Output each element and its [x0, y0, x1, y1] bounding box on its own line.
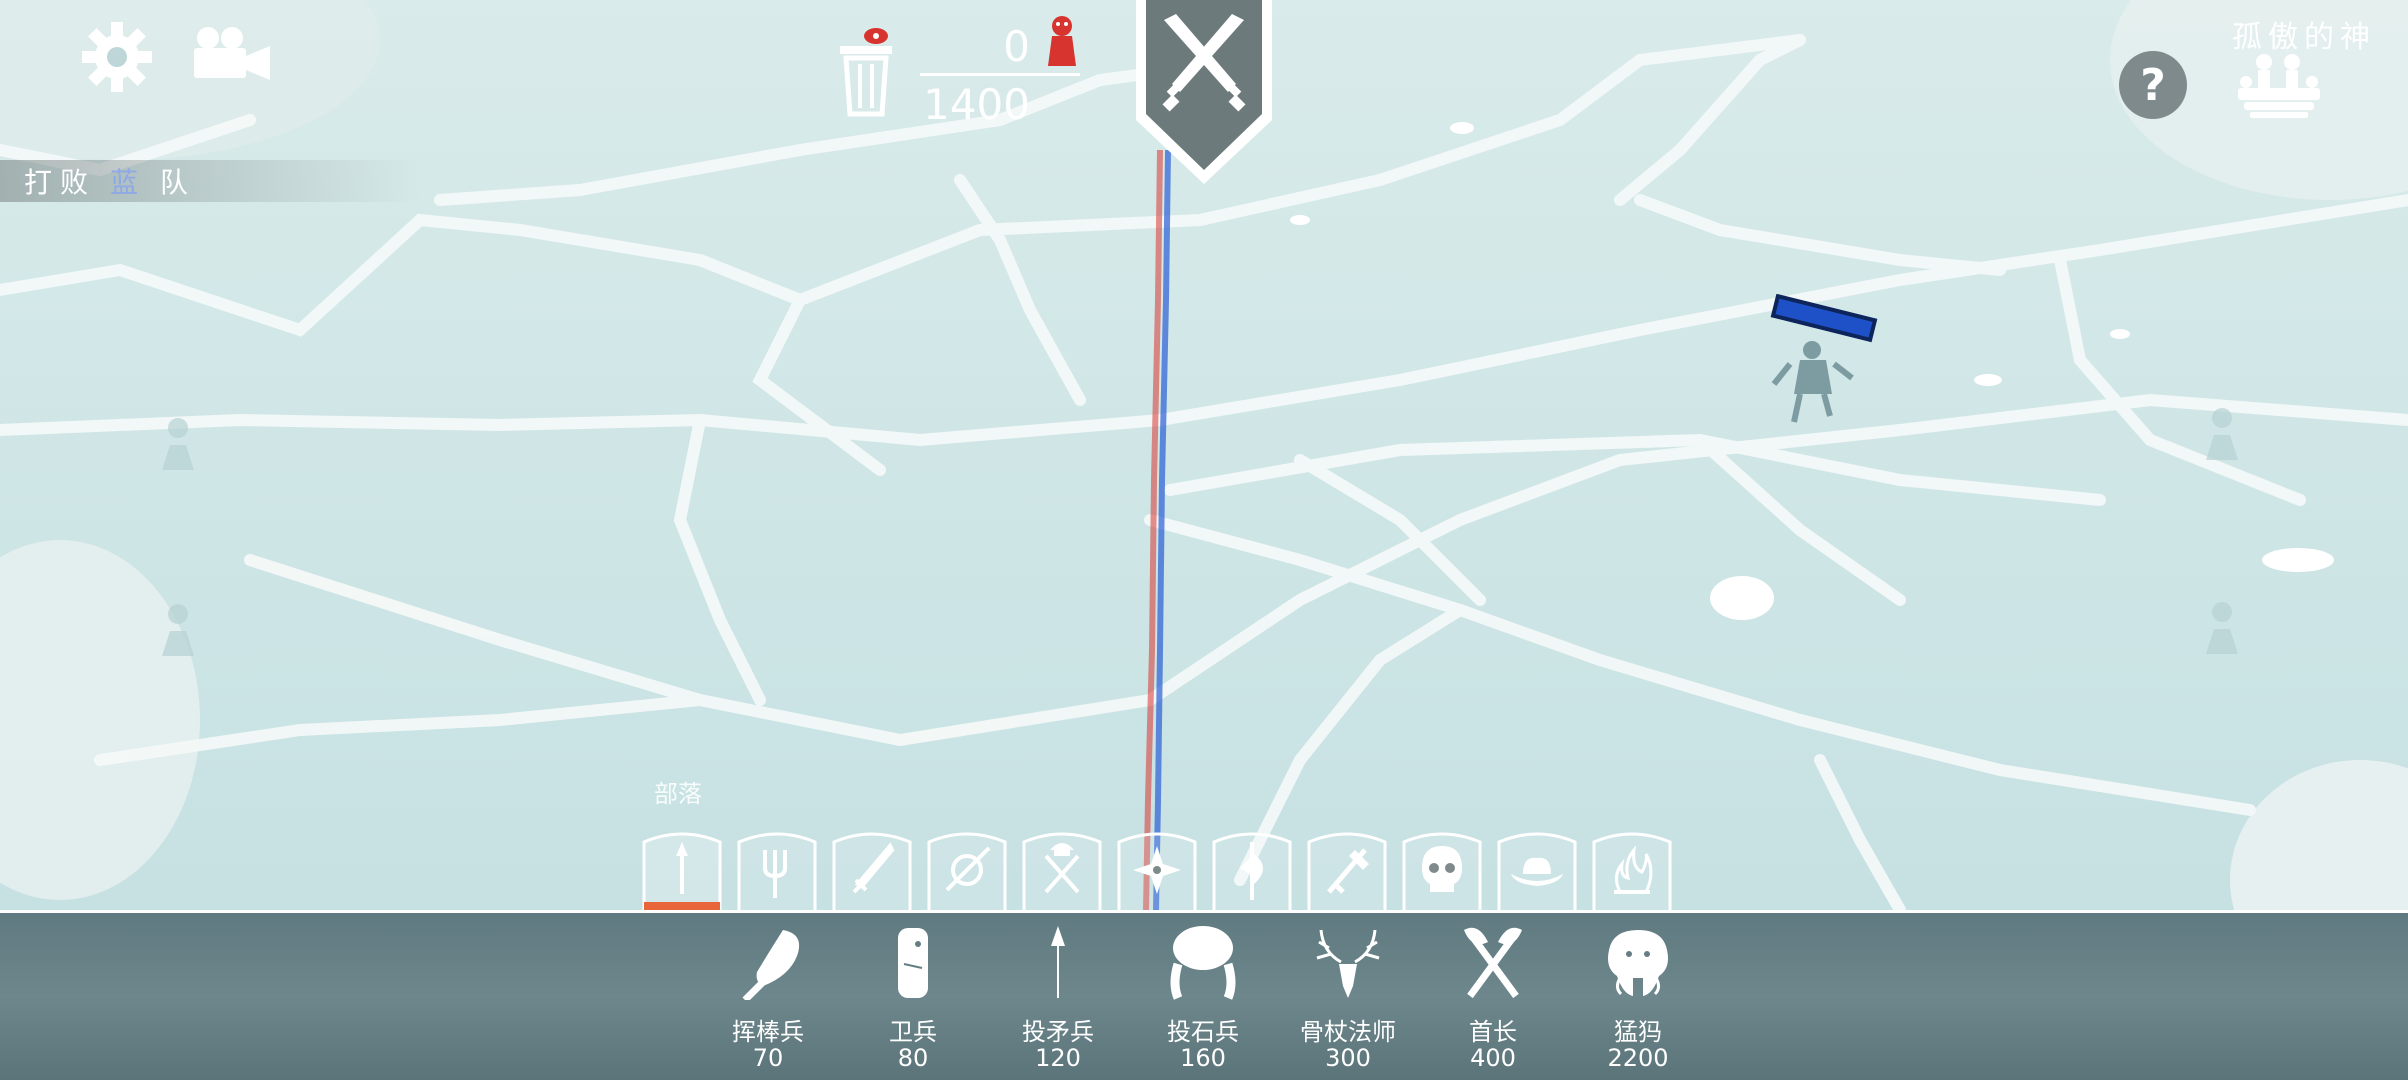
unit-cost: 160 — [1180, 1044, 1226, 1072]
video-camera-icon — [194, 27, 270, 80]
unit-name: 投石兵 — [1167, 1018, 1239, 1046]
enemy-unit[interactable] — [1760, 294, 1880, 434]
help-button[interactable]: ? — [2118, 50, 2188, 120]
gear-icon — [82, 22, 152, 92]
unit-name: 投矛兵 — [1022, 1018, 1094, 1046]
army-board-icon — [2238, 54, 2320, 118]
unit-card[interactable]: 挥棒兵 70 — [703, 920, 833, 1080]
unit-name: 猛犸 — [1614, 1018, 1662, 1046]
unit-cost: 70 — [752, 1044, 784, 1072]
units-max-count: 1400 — [923, 80, 1030, 129]
club-icon — [742, 930, 800, 1000]
unit-name: 首长 — [1469, 1018, 1517, 1046]
question-mark-icon: ? — [2119, 51, 2187, 119]
objective-prefix: 打败 — [24, 166, 97, 199]
units-used-count: 0 — [1003, 22, 1030, 71]
faction-tab-halberd[interactable] — [1210, 828, 1294, 912]
faction-tab-skull[interactable] — [1400, 828, 1484, 912]
settings-button[interactable] — [80, 20, 154, 94]
unit-cost: 300 — [1325, 1044, 1371, 1072]
objective-team: 蓝 — [110, 166, 147, 199]
faction-tab-trident[interactable] — [735, 828, 819, 912]
faction-tab-crossed-swords[interactable] — [1305, 828, 1389, 912]
unit-cost: 80 — [897, 1044, 929, 1072]
unit-card[interactable]: 首长 400 — [1428, 920, 1558, 1080]
faction-tab-viking-axes[interactable] — [1020, 828, 1104, 912]
faction-tab-shield-spear[interactable] — [925, 828, 1009, 912]
faction-tab-cowboy-hat[interactable] — [1495, 828, 1579, 912]
objective-suffix: 队 — [160, 166, 197, 199]
unit-card[interactable]: 卫兵 80 — [848, 920, 978, 1080]
unit-card[interactable]: 投矛兵 120 — [993, 920, 1123, 1080]
svg-text:?: ? — [2140, 60, 2166, 111]
crossed-axes-icon — [1464, 927, 1522, 999]
unit-name: 卫兵 — [889, 1018, 937, 1046]
guard-shield-icon — [898, 928, 928, 998]
map-name: 孤傲的神 — [2232, 20, 2376, 55]
objective-banner: 打败 蓝 队 — [0, 160, 420, 202]
faction-label: 部落 — [654, 780, 702, 808]
unit-name: 骨杖法师 — [1300, 1018, 1396, 1046]
battle-shield-icon — [1136, 0, 1272, 184]
sandbox-menu-button[interactable] — [2236, 52, 2322, 120]
unit-card[interactable]: 猛犸 2200 — [1573, 920, 1703, 1080]
mammoth-icon — [1608, 930, 1668, 996]
red-team-icon — [1042, 14, 1082, 70]
spear-icon — [1051, 926, 1065, 998]
clear-units-button[interactable] — [836, 26, 896, 118]
antler-skull-icon — [1316, 929, 1380, 998]
stone-thrower-icon — [1170, 926, 1236, 1000]
unit-card[interactable]: 骨杖法师 300 — [1283, 920, 1413, 1080]
unit-cost: 120 — [1035, 1044, 1081, 1072]
start-battle-button[interactable] — [1132, 0, 1276, 186]
unit-card[interactable]: 投石兵 160 — [1138, 920, 1268, 1080]
unit-name: 挥棒兵 — [732, 1018, 804, 1046]
faction-tab-flame[interactable] — [1590, 828, 1674, 912]
trash-can-icon — [840, 28, 892, 117]
faction-tab-sword[interactable] — [830, 828, 914, 912]
counter-divider — [920, 73, 1080, 76]
camera-button[interactable] — [190, 24, 274, 84]
unit-cost: 400 — [1470, 1044, 1516, 1072]
unit-cost: 2200 — [1607, 1044, 1669, 1072]
faction-tab-arrow[interactable] — [640, 828, 724, 912]
faction-tab-shuriken[interactable] — [1115, 828, 1199, 912]
